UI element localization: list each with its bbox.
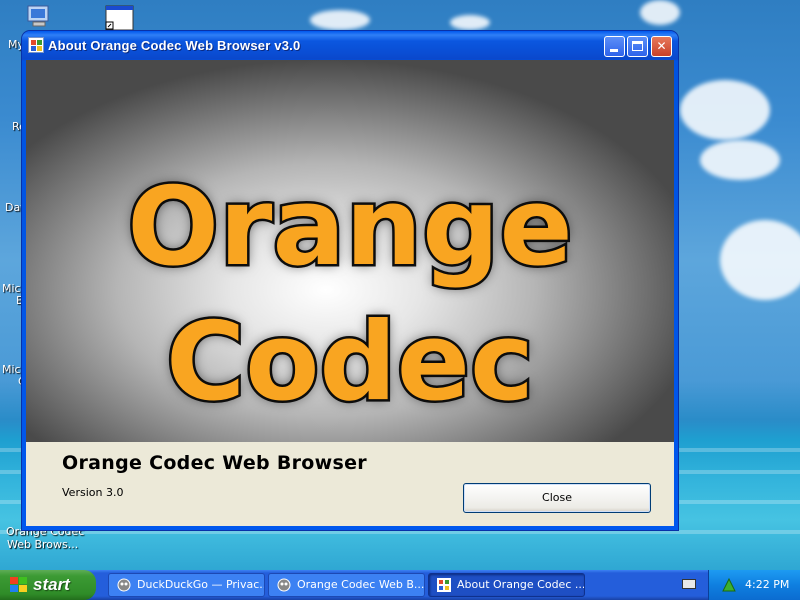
task-label: DuckDuckGo — Privac...: [137, 578, 265, 591]
window-title: About Orange Codec Web Browser v3.0: [48, 38, 301, 53]
keyboard-icon[interactable]: [682, 579, 696, 589]
maximize-button[interactable]: [627, 36, 648, 57]
about-window: About Orange Codec Web Browser v3.0 ✕ Or…: [22, 31, 678, 530]
shortcut-icon[interactable]: [105, 5, 135, 31]
banner-image: Orange Codec: [26, 60, 674, 442]
clock[interactable]: 4:22 PM: [745, 578, 789, 591]
version-label: Version 3.0: [62, 486, 124, 499]
close-window-button[interactable]: ✕: [651, 36, 672, 57]
start-button[interactable]: start: [0, 570, 96, 600]
task-orange-codec-browser[interactable]: Orange Codec Web B...: [268, 573, 425, 597]
browser-icon: [117, 578, 131, 592]
task-about-orange-codec[interactable]: About Orange Codec ...: [428, 573, 585, 597]
close-icon: ✕: [656, 39, 667, 53]
browser-icon: [277, 578, 291, 592]
desktop-icon-label[interactable]: Web Brows...: [7, 539, 78, 551]
cloud: [680, 80, 770, 140]
task-duckduckgo[interactable]: DuckDuckGo — Privac...: [108, 573, 265, 597]
maximize-icon: [632, 41, 643, 51]
cloud: [310, 10, 370, 30]
system-tray: 4:22 PM: [708, 570, 800, 600]
window-client: Orange Codec Orange Codec Web Browser Ve…: [26, 60, 674, 526]
app-name: Orange Codec Web Browser: [62, 452, 367, 474]
banner-line-1: Orange: [125, 163, 575, 293]
windows-logo-icon: [10, 577, 28, 593]
network-icon[interactable]: [721, 577, 737, 593]
cloud: [640, 0, 680, 25]
close-button[interactable]: Close: [463, 483, 651, 513]
app-icon[interactable]: [28, 37, 44, 53]
cloud: [450, 15, 490, 30]
taskbar: start DuckDuckGo — Privac... Orange Code…: [0, 570, 800, 600]
task-label: Orange Codec Web B...: [297, 578, 425, 591]
app-icon: [437, 578, 451, 592]
title-bar[interactable]: About Orange Codec Web Browser v3.0 ✕: [22, 31, 678, 60]
minimize-button[interactable]: [604, 36, 625, 57]
minimize-icon: [610, 49, 618, 52]
start-label: start: [33, 575, 70, 594]
banner-line-2: Codec: [163, 298, 536, 428]
cloud: [700, 140, 780, 180]
my-computer-icon[interactable]: [25, 4, 55, 30]
cloud: [720, 220, 800, 300]
task-label: About Orange Codec ...: [457, 578, 585, 591]
wave: [0, 530, 800, 534]
